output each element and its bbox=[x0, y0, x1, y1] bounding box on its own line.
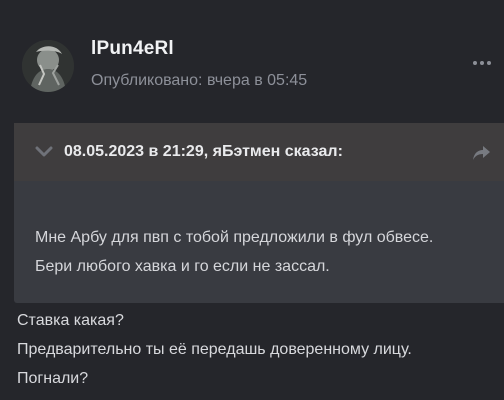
post-content: Ставка какая? Предварительно ты её перед… bbox=[17, 306, 497, 393]
ellipsis-icon bbox=[480, 61, 484, 65]
ellipsis-icon bbox=[487, 61, 491, 65]
user-avatar-image bbox=[22, 40, 74, 92]
avatar[interactable] bbox=[22, 40, 74, 92]
published-label: Опубликовано: bbox=[91, 72, 203, 89]
quote-header: 08.05.2023 в 21:29, яБэтмен сказал: bbox=[14, 123, 504, 181]
post-text-line: Погнали? bbox=[17, 370, 89, 387]
ellipsis-icon bbox=[473, 61, 477, 65]
published-time[interactable]: вчера в 05:45 bbox=[207, 72, 307, 89]
chevron-down-icon bbox=[35, 146, 53, 157]
post-author-name[interactable]: lPun4eRl bbox=[91, 38, 174, 60]
post-text-line: Ставка какая? bbox=[17, 312, 124, 329]
post-published-date: Опубликовано: вчера в 05:45 bbox=[91, 72, 307, 90]
quote-text: Мне Арбу для пвп с тобой предложили в фу… bbox=[35, 229, 434, 275]
post-more-button[interactable] bbox=[470, 54, 494, 72]
post-text-line: Предварительно ты её передашь доверенном… bbox=[17, 341, 412, 358]
share-arrow-icon bbox=[473, 146, 490, 160]
quote-block: 08.05.2023 в 21:29, яБэтмен сказал: Мне … bbox=[14, 123, 504, 303]
quote-toggle-button[interactable] bbox=[34, 142, 54, 162]
quote-citation: 08.05.2023 в 21:29, яБэтмен сказал: bbox=[64, 143, 343, 160]
quote-jump-button[interactable] bbox=[472, 142, 492, 162]
forum-post: lPun4eRl Опубликовано: вчера в 05:45 08.… bbox=[0, 0, 504, 400]
